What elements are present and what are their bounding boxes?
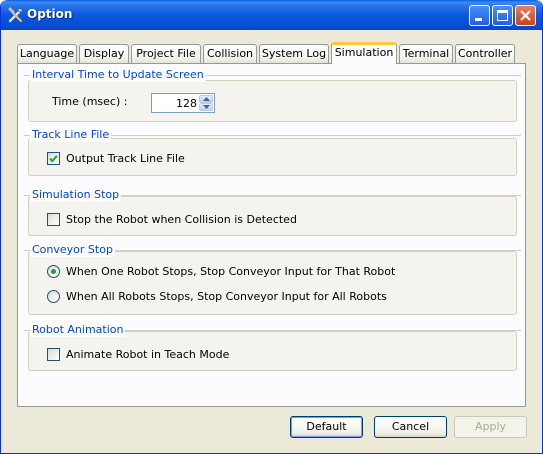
output-track-line-checkbox[interactable] <box>47 152 60 165</box>
stop-on-collision-checkbox[interactable] <box>47 213 60 226</box>
conveyor-one-robot-label[interactable]: When One Robot Stops, Stop Conveyor Inpu… <box>66 265 395 279</box>
maximize-button[interactable] <box>492 5 513 26</box>
apply-button[interactable]: Apply <box>454 416 527 438</box>
chevron-down-icon <box>203 105 210 109</box>
simulation-stop-group-box: Stop the Robot when Collision is Detecte… <box>28 196 517 236</box>
default-button[interactable]: Default <box>290 416 363 438</box>
chevron-up-icon <box>203 97 210 101</box>
radio-selected-dot <box>51 269 56 274</box>
time-stepper[interactable] <box>151 93 215 113</box>
tab-system-log[interactable]: System Log <box>259 44 329 63</box>
interval-group: Interval Time to Update Screen Time (mse… <box>24 68 521 124</box>
title-bar[interactable]: Option <box>1 0 542 30</box>
tab-simulation[interactable]: Simulation <box>331 42 397 64</box>
track-line-group-box: Output Track Line File <box>28 138 517 176</box>
minimize-button[interactable] <box>469 5 490 26</box>
robot-animation-group-title: Robot Animation <box>30 323 126 337</box>
conveyor-stop-group-title: Conveyor Stop <box>30 243 115 257</box>
window-title: Option <box>27 7 73 21</box>
tools-icon <box>7 6 25 24</box>
robot-animation-group: Robot Animation Animate Robot in Teach M… <box>24 323 521 375</box>
close-button[interactable] <box>515 5 536 26</box>
simulation-stop-group-title: Simulation Stop <box>30 188 122 202</box>
minimize-icon <box>475 18 482 21</box>
track-line-group-title: Track Line File <box>30 128 112 142</box>
conveyor-stop-group-box: When One Robot Stops, Stop Conveyor Inpu… <box>28 251 517 315</box>
time-input[interactable] <box>153 95 197 111</box>
simulation-panel: Interval Time to Update Screen Time (mse… <box>17 63 526 407</box>
stop-on-collision-label[interactable]: Stop the Robot when Collision is Detecte… <box>66 213 297 227</box>
tab-display[interactable]: Display <box>79 44 129 63</box>
close-icon <box>520 10 531 21</box>
animate-teach-mode-checkbox[interactable] <box>47 348 60 361</box>
time-decrement-button[interactable] <box>199 103 213 111</box>
tab-controller[interactable]: Controller <box>455 44 515 63</box>
tab-terminal[interactable]: Terminal <box>399 44 453 63</box>
option-dialog: Option Language Display Project File Col… <box>0 0 543 454</box>
time-increment-button[interactable] <box>199 95 213 103</box>
conveyor-all-robots-label[interactable]: When All Robots Stops, Stop Conveyor Inp… <box>66 290 387 304</box>
tab-collision[interactable]: Collision <box>203 44 257 63</box>
tab-project-file[interactable]: Project File <box>131 44 201 63</box>
conveyor-all-robots-radio[interactable] <box>47 290 60 303</box>
conveyor-stop-group: Conveyor Stop When One Robot Stops, Stop… <box>24 243 521 317</box>
simulation-stop-group: Simulation Stop Stop the Robot when Coll… <box>24 188 521 240</box>
tab-language[interactable]: Language <box>17 44 77 63</box>
animate-teach-mode-label[interactable]: Animate Robot in Teach Mode <box>66 348 229 362</box>
interval-group-box: Time (msec) : <box>28 80 517 122</box>
robot-animation-group-box: Animate Robot in Teach Mode <box>28 331 517 371</box>
checkmark-icon <box>49 155 58 163</box>
track-line-group: Track Line File Output Track Line File <box>24 128 521 180</box>
output-track-line-label[interactable]: Output Track Line File <box>66 152 185 166</box>
conveyor-one-robot-radio[interactable] <box>47 265 60 278</box>
cancel-button[interactable]: Cancel <box>374 416 447 438</box>
time-label: Time (msec) : <box>52 95 128 108</box>
maximize-icon <box>497 10 508 21</box>
interval-group-title: Interval Time to Update Screen <box>30 68 206 82</box>
